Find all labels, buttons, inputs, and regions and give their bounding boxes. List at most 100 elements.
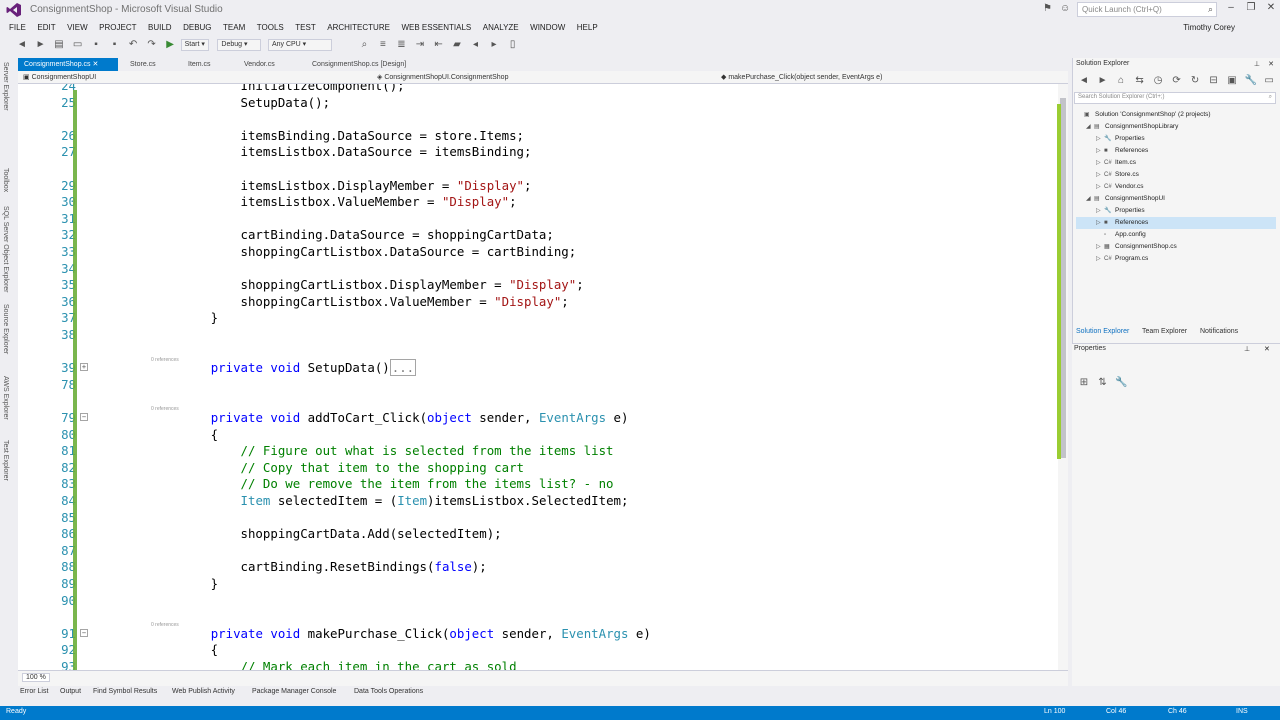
menu-edit[interactable]: EDIT	[37, 20, 55, 36]
code-line[interactable]: 26 itemsBinding.DataSource = store.Items…	[18, 127, 1058, 144]
code-line[interactable]: 29 itemsListbox.DisplayMember = "Display…	[18, 177, 1058, 194]
back-icon[interactable]: ◄	[1078, 75, 1090, 87]
collapsed-arrow-icon[interactable]: ▷	[1096, 217, 1104, 229]
code-line[interactable]: 25 SetupData();	[18, 94, 1058, 111]
expanded-arrow-icon[interactable]: ◢	[1086, 121, 1094, 133]
tab-store-cs[interactable]: Store.cs	[124, 58, 162, 71]
tab-consignmentshop-cs[interactable]: ConsignmentShop.cs ✕	[18, 58, 118, 71]
tab-consignmentshop-design[interactable]: ConsignmentShop.cs [Design]	[306, 58, 412, 71]
tree-item[interactable]: ◢ ▤ ConsignmentShopLibrary	[1076, 121, 1276, 133]
collapsed-arrow-icon[interactable]: ▷	[1096, 145, 1104, 157]
find-in-files-icon[interactable]: ⌕	[358, 39, 370, 51]
code-line[interactable]: 39 + private void SetupData()...	[18, 359, 1058, 377]
menu-file[interactable]: FILE	[9, 20, 26, 36]
menu-web-essentials[interactable]: WEB ESSENTIALS	[401, 20, 471, 36]
outline-toggle[interactable]: −	[80, 628, 88, 637]
code-line[interactable]: 87	[18, 542, 1058, 559]
user-name[interactable]: Timothy Corey	[1183, 23, 1235, 32]
menu-project[interactable]: PROJECT	[99, 20, 136, 36]
switch-views-icon[interactable]: ⇆	[1134, 75, 1146, 87]
solution-configuration-dropdown[interactable]: Debug ▾	[217, 39, 262, 51]
tree-item[interactable]: ▷ C# Vendor.cs	[1076, 181, 1276, 193]
code-line[interactable]: 30 itemsListbox.ValueMember = "Display";	[18, 193, 1058, 210]
code-line[interactable]: 35 shoppingCartListbox.DisplayMember = "…	[18, 276, 1058, 293]
redo-icon[interactable]: ↷	[146, 39, 158, 51]
collapsed-arrow-icon[interactable]: ▷	[1096, 169, 1104, 181]
tree-item[interactable]: ▷ C# Program.cs	[1076, 253, 1276, 265]
undo-icon[interactable]: ↶	[127, 39, 139, 51]
tab-web-publish-activity[interactable]: Web Publish Activity	[172, 688, 235, 695]
code-line[interactable]: 92 {	[18, 641, 1058, 658]
property-pages-icon[interactable]: 🔧	[1115, 377, 1127, 389]
next-bookmark-icon[interactable]: ▸	[488, 39, 500, 51]
code-line[interactable]: 36 shoppingCartListbox.ValueMember = "Di…	[18, 293, 1058, 310]
close-panel-icon[interactable]: ✕	[1268, 60, 1274, 68]
tab-vendor-cs[interactable]: Vendor.cs	[238, 58, 281, 71]
rail-source-explorer[interactable]: Source Explorer	[2, 304, 9, 354]
tab-item-cs[interactable]: Item.cs	[182, 58, 217, 71]
menu-view[interactable]: VIEW	[67, 20, 87, 36]
quick-launch-input[interactable]: Quick Launch (Ctrl+Q) ⌕	[1077, 2, 1217, 17]
code-line[interactable]: 0 references	[18, 392, 1058, 412]
tab-notifications[interactable]: Notifications	[1200, 326, 1238, 338]
class-dropdown[interactable]: ◈ ConsignmentShopUI.ConsignmentShop	[374, 72, 714, 83]
maximize-button[interactable]: ❐	[1242, 2, 1260, 16]
categorized-icon[interactable]: ⊞	[1078, 377, 1090, 389]
solution-explorer-search[interactable]: Search Solution Explorer (Ctrl+;) ⌕	[1074, 92, 1276, 104]
code-line[interactable]: 82 // Copy that item to the shopping car…	[18, 459, 1058, 476]
collapsed-arrow-icon[interactable]: ▷	[1096, 205, 1104, 217]
preview-icon[interactable]: ▭	[1263, 75, 1275, 87]
tree-item[interactable]: ▫ App.config	[1076, 229, 1276, 241]
tab-solution-explorer[interactable]: Solution Explorer	[1076, 326, 1129, 338]
menu-test[interactable]: TEST	[295, 20, 315, 36]
tab-find-symbol-results[interactable]: Find Symbol Results	[93, 688, 157, 695]
code-line[interactable]: 27 itemsListbox.DataSource = itemsBindin…	[18, 143, 1058, 160]
rail-toolbox[interactable]: Toolbox	[2, 168, 9, 192]
tab-team-explorer[interactable]: Team Explorer	[1142, 326, 1187, 338]
code-line[interactable]: 91− private void makePurchase_Click(obje…	[18, 625, 1058, 642]
forward-icon[interactable]: ►	[35, 39, 47, 51]
rail-test-explorer[interactable]: Test Explorer	[2, 440, 9, 481]
tree-item[interactable]: ▣ Solution 'ConsignmentShop' (2 projects)	[1076, 109, 1276, 121]
code-line[interactable]: 0 references	[18, 608, 1058, 628]
start-button[interactable]: Start ▾	[180, 39, 209, 51]
tab-error-list[interactable]: Error List	[20, 688, 48, 695]
code-line[interactable]: 34	[18, 260, 1058, 277]
project-dropdown[interactable]: ▣ ConsignmentShopUI	[20, 72, 370, 83]
pin-icon[interactable]: ⊥	[1254, 60, 1260, 68]
tree-item[interactable]: ▷ ■ References	[1076, 145, 1276, 157]
outline-toggle[interactable]: +	[80, 363, 88, 372]
code-line[interactable]: 88 cartBinding.ResetBindings(false);	[18, 558, 1058, 575]
refresh-icon[interactable]: ↻	[1189, 75, 1201, 87]
code-line[interactable]: 37 }	[18, 309, 1058, 326]
notification-flag-icon[interactable]: ⚑	[1043, 3, 1052, 14]
tab-package-manager-console[interactable]: Package Manager Console	[252, 688, 336, 695]
code-line[interactable]: 85	[18, 509, 1058, 526]
close-button[interactable]: ✕	[1262, 2, 1280, 16]
collapse-all-icon[interactable]: ⊟	[1208, 75, 1220, 87]
alphabetical-icon[interactable]: ⇅	[1097, 377, 1109, 389]
sync-icon[interactable]: ⟳	[1171, 75, 1183, 87]
start-debug-icon[interactable]: ▶	[164, 39, 176, 51]
pending-changes-icon[interactable]: ◷	[1152, 75, 1164, 87]
tree-item[interactable]: ▷ ▦ ConsignmentShop.cs	[1076, 241, 1276, 253]
code-line[interactable]: 83 // Do we remove the item from the ite…	[18, 475, 1058, 492]
code-line[interactable]: 84 Item selectedItem = (Item)itemsListbo…	[18, 492, 1058, 509]
new-project-icon[interactable]: ▤	[53, 39, 65, 51]
menu-team[interactable]: TEAM	[223, 20, 245, 36]
expanded-arrow-icon[interactable]: ◢	[1086, 193, 1094, 205]
code-line[interactable]: 90	[18, 592, 1058, 609]
code-line[interactable]: 93 // Mark each item in the cart as sold	[18, 658, 1058, 670]
bookmark-icon[interactable]: ▰	[451, 39, 463, 51]
feedback-icon[interactable]: ☺	[1060, 3, 1070, 14]
code-line[interactable]: 81 // Figure out what is selected from t…	[18, 442, 1058, 459]
uncomment-icon[interactable]: ≣	[395, 39, 407, 51]
code-line[interactable]: 33 shoppingCartListbox.DataSource = cart…	[18, 243, 1058, 260]
tree-item[interactable]: ▷ C# Store.cs	[1076, 169, 1276, 181]
rail-sql-object-explorer[interactable]: SQL Server Object Explorer	[2, 206, 9, 293]
code-line[interactable]: 0 references	[18, 343, 1058, 363]
clear-bookmarks-icon[interactable]: ▯	[507, 39, 519, 51]
save-all-icon[interactable]: ▪	[109, 39, 121, 51]
comment-icon[interactable]: ≡	[377, 39, 389, 51]
properties-icon[interactable]: 🔧	[1245, 75, 1257, 87]
